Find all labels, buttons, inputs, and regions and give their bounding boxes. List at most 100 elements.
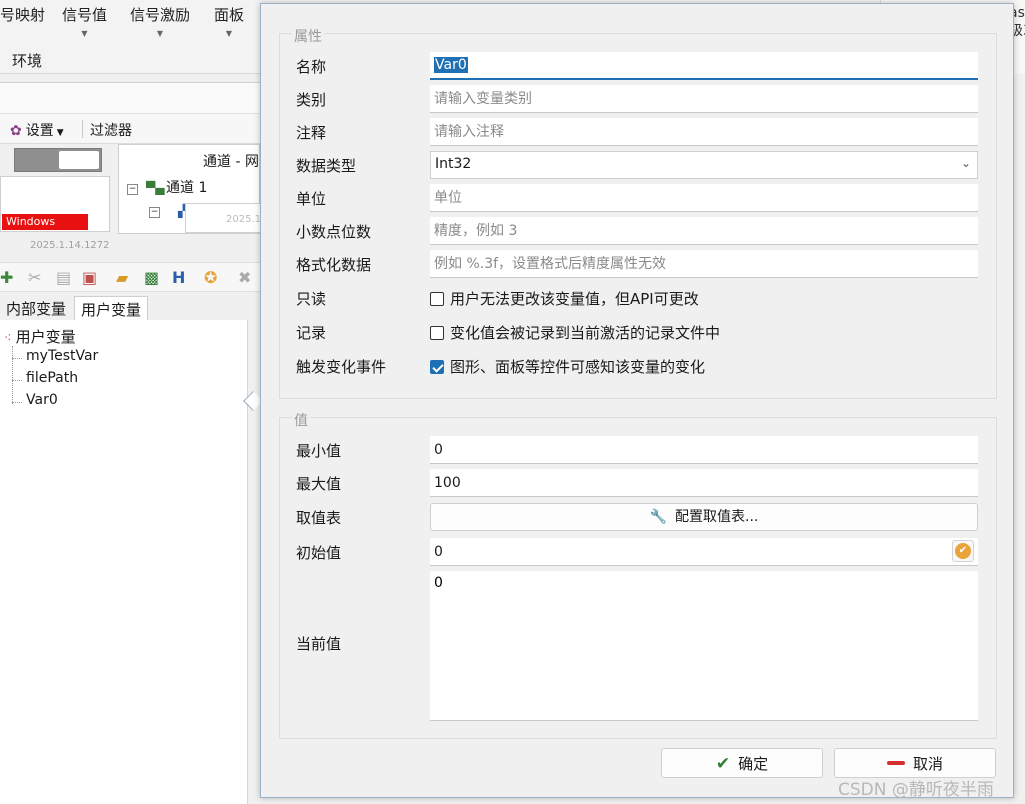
ribbon-button-signal-value[interactable]: 信号值 ▼ [62,4,107,38]
paste-icon[interactable]: ▣ [82,268,97,287]
channel-subitem[interactable]: − ▞ [149,203,187,219]
format-row: 格式化数据 [280,250,996,278]
save-icon[interactable]: ▩ [144,268,159,287]
tree-root-label: 用户变量 [15,328,76,346]
filter-button[interactable]: 过滤器 [90,120,132,140]
ribbon-button-label: 面板 [214,6,245,24]
verify-icon[interactable]: ✪ [204,268,217,287]
chevron-down-icon: ▼ [225,29,233,38]
channel-panel: 通道 - 网 − ▀▄ 通道 1 − ▞ 2025.1 [118,144,261,234]
gear-icon: ✿ [10,123,22,139]
header-icon[interactable]: H [172,268,185,287]
min-label: 最小值 [296,442,342,460]
tree-root-user-variables[interactable]: ⁖ 用户变量 [4,326,76,347]
current-value-textarea[interactable]: 0 [430,571,978,721]
checkbox-unchecked-icon[interactable] [430,326,444,340]
dropdown-caret-icon: ▼ [56,128,64,138]
minus-icon [886,760,905,765]
datatype-value: Int32 [435,156,472,172]
record-row: 记录 变化值会被记录到当前激活的记录文件中 [280,318,996,346]
event-description: 图形、面板等控件可感知该变量的变化 [450,358,706,376]
configure-value-table-button[interactable]: 🔧 配置取值表... [430,503,978,531]
inner-date: 2025.1 [226,214,261,225]
channel-tree-item[interactable]: − ▀▄ 通道 1 [127,177,207,197]
watermark: CSDN @静听夜半雨 [838,780,994,800]
tree-connector [12,402,22,403]
event-label: 触发变化事件 [296,358,387,376]
name-row: 名称 Var0 [280,52,996,80]
category-label: 类别 [296,91,327,109]
event-checkbox[interactable]: 图形、面板等控件可感知该变量的变化 [430,356,705,377]
delete-icon[interactable]: ✖ [238,268,251,287]
checkbox-unchecked-icon[interactable] [430,292,444,306]
tree-connector [12,380,22,381]
min-input[interactable] [430,436,978,464]
channel-panel-title: 通道 - 网 [203,154,259,170]
ribbon-button-label: 号映射 [0,6,46,24]
readonly-checkbox[interactable]: 用户无法更改该变量值，但API可更改 [430,288,699,309]
timestamp: 2025.1.14.1272 [30,240,110,251]
max-label: 最大值 [296,475,342,493]
readonly-description: 用户无法更改该变量值，但API可更改 [450,290,699,308]
ribbon-button-panel[interactable]: 面板 ▼ [214,4,244,38]
ribbon-button-signal-mapping[interactable]: 号映射 [0,4,45,25]
format-label: 格式化数据 [296,256,372,274]
configure-value-table-label: 配置取值表... [675,509,759,525]
tree-item-var0[interactable]: Var0 [26,392,58,408]
ribbon-button-label: 信号值 [62,6,108,24]
chevron-down-icon: ▼ [156,29,164,38]
decimals-row: 小数点位数 [280,217,996,245]
tab-user-variables[interactable]: 用户变量 [74,296,149,320]
settings-label: 设置 [25,123,54,139]
copy-icon[interactable]: ▤ [56,268,71,287]
toggle-knob [59,151,99,169]
name-input-value: Var0 [434,57,468,73]
tree-connector [12,358,22,359]
format-input[interactable] [430,250,978,278]
toggle-switch[interactable] [14,148,102,172]
ribbon-group-label: 环境 [12,52,43,70]
initial-value-verify-button[interactable]: ✔ [952,540,974,562]
cancel-button[interactable]: 取消 [834,748,996,778]
panel-header-band [0,82,260,114]
ribbon-button-signal-stimulus[interactable]: 信号激励 ▼ [130,4,190,38]
chevron-down-icon: ▼ [81,29,88,38]
open-folder-icon[interactable]: ▰ [116,268,128,287]
channel-label: 通道 1 [166,180,208,196]
record-checkbox[interactable]: 变化值会被记录到当前激活的记录文件中 [430,322,720,343]
record-description: 变化值会被记录到当前激活的记录文件中 [450,324,721,342]
name-input[interactable]: Var0 [430,52,978,80]
chevron-down-icon: ⌄ [960,156,971,170]
category-input[interactable] [430,85,978,113]
max-row: 最大值 [280,469,996,497]
readonly-label: 只读 [296,290,327,308]
cut-icon[interactable]: ✂ [28,268,41,287]
tree-item-filepath[interactable]: filePath [26,370,78,386]
checkbox-checked-icon[interactable] [430,360,444,374]
decimals-label: 小数点位数 [296,223,372,241]
tab-internal-variables[interactable]: 内部变量 [0,296,72,320]
add-icon[interactable]: ✚ [0,268,13,287]
collapse-icon[interactable]: − [127,184,138,195]
initial-input[interactable] [430,538,978,566]
tree-item-mytestvar[interactable]: myTestVar [26,348,98,364]
settings-menu-button[interactable]: ✿ 设置 ▼ [10,120,64,140]
unit-row: 单位 [280,184,996,212]
ok-button[interactable]: ✔ 确定 [661,748,823,778]
network-icon: ▀▄ [146,181,165,195]
readonly-row: 只读 用户无法更改该变量值，但API可更改 [280,284,996,312]
value-table-row: 取值表 🔧 配置取值表... [280,503,996,531]
datatype-select[interactable]: Int32 ⌄ [430,151,978,179]
collapse-icon[interactable]: − [149,207,160,218]
properties-group: 属性 名称 Var0 类别 注释 数据类型 Int32 ⌄ 单位 小数点位数 [279,26,997,399]
windows-status-label: Windows [2,214,88,230]
value-group: 值 最小值 最大值 取值表 🔧 配置取值表... 初始值 ✔ 当前值 0 [279,410,997,739]
variables-toolbar: ✿ 设置 ▼ 过滤器 [0,114,260,144]
decimals-input[interactable] [430,217,978,245]
cancel-label: 取消 [912,754,943,773]
max-input[interactable] [430,469,978,497]
channel-inner-box: 2025.1 [185,203,261,233]
ok-label: 确定 [738,754,769,773]
unit-input[interactable] [430,184,978,212]
comment-input[interactable] [430,118,978,146]
